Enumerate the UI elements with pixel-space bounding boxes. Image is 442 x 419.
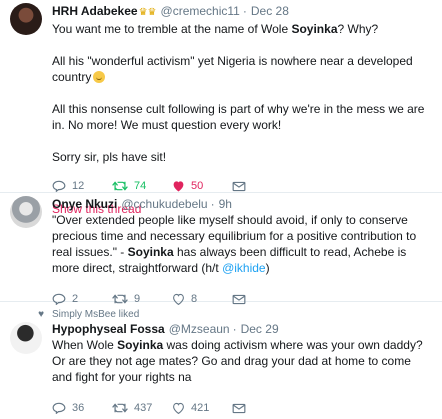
like-button[interactable]: 50 bbox=[172, 180, 232, 192]
tweet[interactable]: ♥ Simply MsBee liked Hypophyseal Fossa @… bbox=[0, 302, 442, 419]
author-name[interactable]: Onye Nkuzi bbox=[52, 196, 117, 212]
timestamp[interactable]: Dec 29 bbox=[241, 321, 279, 337]
mail-icon bbox=[232, 403, 246, 413]
avatar[interactable] bbox=[10, 322, 42, 354]
retweet-count: 74 bbox=[134, 180, 147, 192]
tweet-header: HRH Adabekee ♛♛ @cremechic11 · Dec 28 bbox=[52, 3, 432, 21]
retweet-icon bbox=[112, 181, 128, 191]
crown-icon: ♛♛ bbox=[138, 7, 157, 18]
timestamp[interactable]: Dec 28 bbox=[251, 3, 289, 19]
retweet-button[interactable]: 437 bbox=[112, 402, 172, 414]
text-segment: ? Why? bbox=[337, 22, 379, 36]
social-context-label[interactable]: Simply MsBee liked bbox=[52, 309, 139, 320]
separator: · bbox=[242, 4, 247, 18]
avatar[interactable] bbox=[10, 3, 42, 35]
like-count: 50 bbox=[191, 180, 204, 192]
retweet-count: 437 bbox=[134, 402, 153, 414]
like-count: 421 bbox=[191, 402, 210, 414]
like-button[interactable]: 421 bbox=[172, 402, 232, 414]
direct-message-button[interactable] bbox=[232, 181, 292, 192]
retweet-icon bbox=[112, 403, 128, 413]
mention-link[interactable]: @ikhide bbox=[222, 261, 266, 275]
social-context: ♥ Simply MsBee liked bbox=[30, 307, 432, 321]
author-handle[interactable]: @cremechic11 bbox=[161, 3, 240, 19]
text-paragraph: Sorry sir, pls have sit! bbox=[52, 150, 167, 164]
text-segment: You want me to tremble at the name of Wo… bbox=[52, 22, 292, 36]
separator: · bbox=[210, 197, 215, 211]
avatar[interactable] bbox=[10, 196, 42, 228]
tweet-header: Hypophyseal Fossa @Mzseaun · Dec 29 bbox=[52, 321, 432, 337]
tweet[interactable]: Onye Nkuzi @cchukudebelu · 9h "Over exte… bbox=[0, 193, 442, 305]
tweet-header: Onye Nkuzi @cchukudebelu · 9h bbox=[52, 196, 432, 212]
text-segment: ) bbox=[265, 261, 270, 275]
highlight-keyword: Soyinka bbox=[291, 22, 338, 36]
text-segment: When Wole bbox=[52, 338, 118, 352]
heart-icon bbox=[173, 402, 184, 414]
timestamp[interactable]: 9h bbox=[219, 196, 232, 212]
reply-icon bbox=[52, 402, 66, 414]
tweet-text: When Wole Soyinka was doing activism whe… bbox=[52, 337, 432, 385]
author-handle[interactable]: @Mzseaun bbox=[169, 321, 230, 337]
retweet-button[interactable]: 74 bbox=[112, 180, 172, 192]
liked-heart-icon: ♥ bbox=[38, 308, 44, 320]
reply-count: 36 bbox=[72, 402, 85, 414]
tweet[interactable]: HRH Adabekee ♛♛ @cremechic11 · Dec 28 Yo… bbox=[0, 0, 442, 216]
grinning-face-emoji-icon bbox=[93, 71, 106, 83]
highlight-keyword: Soyinka bbox=[127, 245, 174, 259]
reply-count: 12 bbox=[72, 180, 85, 192]
separator: · bbox=[232, 322, 237, 336]
author-name[interactable]: HRH Adabekee bbox=[52, 3, 138, 19]
reply-icon bbox=[52, 180, 66, 192]
reply-button[interactable]: 12 bbox=[52, 180, 112, 192]
highlight-keyword: Soyinka bbox=[117, 338, 164, 352]
direct-message-button[interactable] bbox=[232, 403, 292, 414]
tweet-text: You want me to tremble at the name of Wo… bbox=[52, 21, 432, 165]
text-paragraph: All this nonsense cult following is part… bbox=[52, 102, 425, 132]
mail-icon bbox=[232, 181, 246, 191]
author-handle[interactable]: @cchukudebelu bbox=[121, 196, 207, 212]
author-name[interactable]: Hypophyseal Fossa bbox=[52, 321, 165, 337]
heart-icon bbox=[173, 181, 184, 192]
reply-button[interactable]: 36 bbox=[52, 402, 112, 414]
tweet-actions: 36 437 421 bbox=[52, 399, 432, 417]
tweet-text: "Over extended people like myself should… bbox=[52, 212, 432, 276]
text-segment: All his "wonderful activism" yet Nigeria… bbox=[52, 54, 413, 84]
